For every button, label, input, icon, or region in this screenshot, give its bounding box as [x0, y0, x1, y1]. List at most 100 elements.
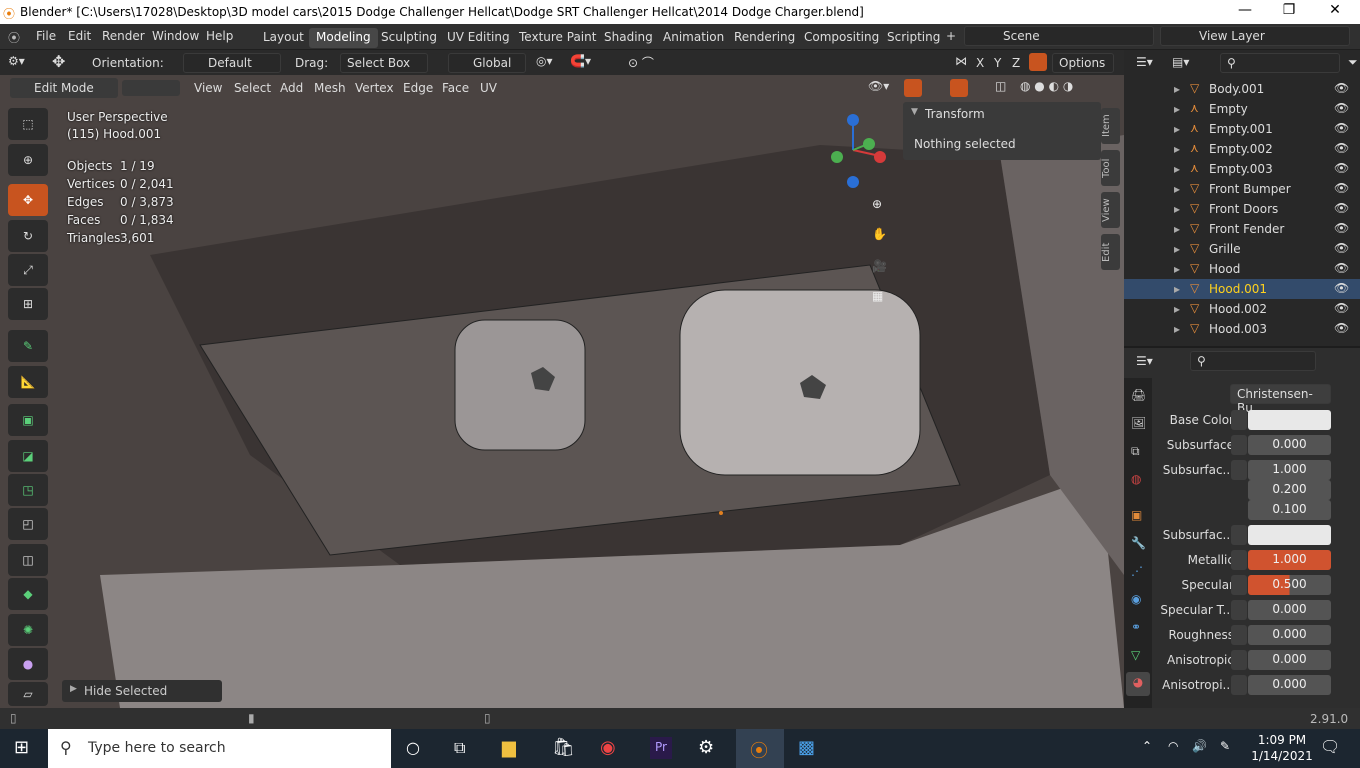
viewport-menu-select[interactable]: Select: [234, 81, 271, 95]
viewport-menu-edge[interactable]: Edge: [403, 81, 433, 95]
viewport-menu-mesh[interactable]: Mesh: [314, 81, 346, 95]
eye-icon[interactable]: 👁: [1334, 261, 1349, 275]
orientation-dropdown[interactable]: Default: [183, 53, 281, 73]
scale-tool[interactable]: ⤢: [8, 254, 48, 286]
tab-texture-paint[interactable]: Texture Paint: [512, 28, 603, 48]
outliner-row[interactable]: ▸ ▽ Front Fender 👁: [1124, 219, 1360, 239]
tray-chevron-icon[interactable]: ⌃: [1142, 739, 1152, 753]
camera-icon[interactable]: 🎥: [872, 259, 887, 273]
eye-icon[interactable]: 👁: [1334, 101, 1349, 115]
mirror-x-toggle[interactable]: X: [976, 56, 984, 70]
particles-tab-icon[interactable]: ⋰: [1131, 564, 1143, 578]
chrome-icon[interactable]: ◉: [600, 737, 616, 758]
view-layer-selector[interactable]: View Layer: [1160, 26, 1350, 46]
inset-tool[interactable]: ◳: [8, 474, 48, 506]
pivot-icon[interactable]: ◎▾: [536, 54, 553, 68]
collapse-triangle-icon[interactable]: ▼: [911, 107, 918, 117]
view-layer-tab-icon[interactable]: ⧉: [1131, 444, 1140, 459]
add-workspace-icon[interactable]: +: [946, 29, 956, 43]
roughness-value[interactable]: 0.000: [1248, 625, 1331, 645]
eye-icon[interactable]: 👁: [1334, 301, 1349, 315]
snap-icon[interactable]: 🧲▾: [570, 54, 591, 68]
eye-icon[interactable]: 👁: [1334, 121, 1349, 135]
proportional-icon[interactable]: ⊙ ⌒: [628, 54, 654, 71]
expand-icon[interactable]: ▸: [1174, 242, 1180, 256]
data-tab-icon[interactable]: ▽: [1131, 648, 1140, 662]
specular-value[interactable]: 0.500: [1248, 575, 1331, 595]
close-button[interactable]: ✕: [1320, 2, 1350, 18]
material-tab-icon[interactable]: ◕: [1126, 672, 1150, 696]
object-tab-icon[interactable]: ▣: [1131, 508, 1142, 522]
navigation-gizmo[interactable]: [820, 110, 890, 190]
tab-item[interactable]: Item: [1101, 108, 1120, 144]
tab-rendering[interactable]: Rendering: [727, 28, 802, 48]
pan-hand-icon[interactable]: ✋: [872, 227, 887, 241]
mirror-y-toggle[interactable]: Y: [994, 56, 1001, 70]
gizmo-y-circle[interactable]: [863, 138, 875, 150]
mirror-z-toggle[interactable]: Z: [1012, 56, 1020, 70]
outliner-row[interactable]: ▸ ▽ Hood.003 👁: [1124, 319, 1360, 339]
outliner-row[interactable]: ▸ ▽ Front Doors 👁: [1124, 199, 1360, 219]
tab-view[interactable]: View: [1101, 192, 1120, 228]
extrude-tool[interactable]: ◪: [8, 440, 48, 472]
viewport-menu-face[interactable]: Face: [442, 81, 469, 95]
output-tab-icon[interactable]: 🖼: [1131, 416, 1146, 430]
expand-icon[interactable]: ▸: [1174, 222, 1180, 236]
outliner-row[interactable]: ▸ ⋏ Empty.001 👁: [1124, 119, 1360, 139]
overlay-toggle[interactable]: [950, 79, 968, 97]
scene-selector[interactable]: Scene: [964, 26, 1154, 46]
roughness-socket[interactable]: [1231, 625, 1247, 645]
specular-socket[interactable]: [1231, 575, 1247, 595]
eye-icon[interactable]: 👁: [1334, 221, 1349, 235]
subsurface-color-socket[interactable]: [1231, 525, 1247, 545]
spin-tool[interactable]: ✺: [8, 614, 48, 646]
taskbar-search-box[interactable]: ⚲ Type here to search: [48, 729, 391, 768]
select-mode-buttons[interactable]: [122, 80, 180, 96]
display-mode-icon[interactable]: ▤▾: [1172, 55, 1189, 69]
viewport-menu-add[interactable]: Add: [280, 81, 303, 95]
viewport-menu-vertex[interactable]: Vertex: [355, 81, 394, 95]
properties-editor-type-icon[interactable]: ☰▾: [1136, 354, 1153, 368]
pen-icon[interactable]: ✎: [1220, 739, 1230, 753]
tab-animation[interactable]: Animation: [656, 28, 731, 48]
modifier-tab-icon[interactable]: 🔧: [1131, 536, 1146, 550]
volume-icon[interactable]: 🔊: [1192, 739, 1207, 753]
expand-icon[interactable]: ▸: [1174, 122, 1180, 136]
menu-file[interactable]: File: [36, 29, 56, 43]
move-tool[interactable]: ✥: [8, 184, 48, 216]
cortana-icon[interactable]: ○: [406, 738, 420, 757]
anisotropic-rotation-value[interactable]: 0.000: [1248, 675, 1331, 695]
expand-icon[interactable]: ▸: [1174, 162, 1180, 176]
outliner-row[interactable]: ▸ ▽ Hood 👁: [1124, 259, 1360, 279]
expand-icon[interactable]: ▸: [1174, 322, 1180, 336]
anisotropic-value[interactable]: 0.000: [1248, 650, 1331, 670]
expand-icon[interactable]: ▸: [1174, 182, 1180, 196]
measure-tool[interactable]: 📐: [8, 366, 48, 398]
outliner-editor-type-icon[interactable]: ☰▾: [1136, 55, 1153, 69]
tab-modeling[interactable]: Modeling: [309, 28, 378, 48]
world-tab-icon[interactable]: ◍: [1131, 472, 1141, 486]
steam-icon[interactable]: ⚙: [698, 737, 714, 758]
last-operation-panel[interactable]: ▶ Hide Selected: [62, 680, 222, 702]
outliner-row[interactable]: ▸ ▽ Hood.002 👁: [1124, 299, 1360, 319]
subsurface-socket[interactable]: [1231, 435, 1247, 455]
subsurface-radius-z[interactable]: 0.100: [1248, 500, 1331, 520]
drag-dropdown[interactable]: Select Box: [340, 53, 428, 73]
subsurface-radius-y[interactable]: 0.200: [1248, 480, 1331, 500]
notifications-icon[interactable]: 🗨: [1320, 737, 1340, 756]
eye-icon[interactable]: 👁: [1334, 161, 1349, 175]
3d-viewport[interactable]: Edit Mode View Select Add Mesh Vertex Ed…: [0, 75, 1124, 708]
cursor-tool[interactable]: ⊕: [8, 144, 48, 176]
transform-orientation-dropdown[interactable]: Global: [448, 53, 526, 73]
constraints-tab-icon[interactable]: ⚭: [1131, 620, 1141, 634]
visibility-icon[interactable]: 👁▾: [868, 79, 889, 93]
metallic-value[interactable]: 1.000: [1248, 550, 1331, 570]
physics-tab-icon[interactable]: ◉: [1131, 592, 1141, 606]
bevel-tool[interactable]: ◰: [8, 508, 48, 540]
gizmo-neg-z-circle[interactable]: [847, 176, 859, 188]
eye-icon[interactable]: 👁: [1334, 241, 1349, 255]
store-icon[interactable]: 🛍: [552, 737, 575, 758]
expand-icon[interactable]: ▸: [1174, 142, 1180, 156]
options-dropdown[interactable]: Options: [1052, 53, 1114, 73]
base-color-swatch[interactable]: [1248, 410, 1331, 430]
